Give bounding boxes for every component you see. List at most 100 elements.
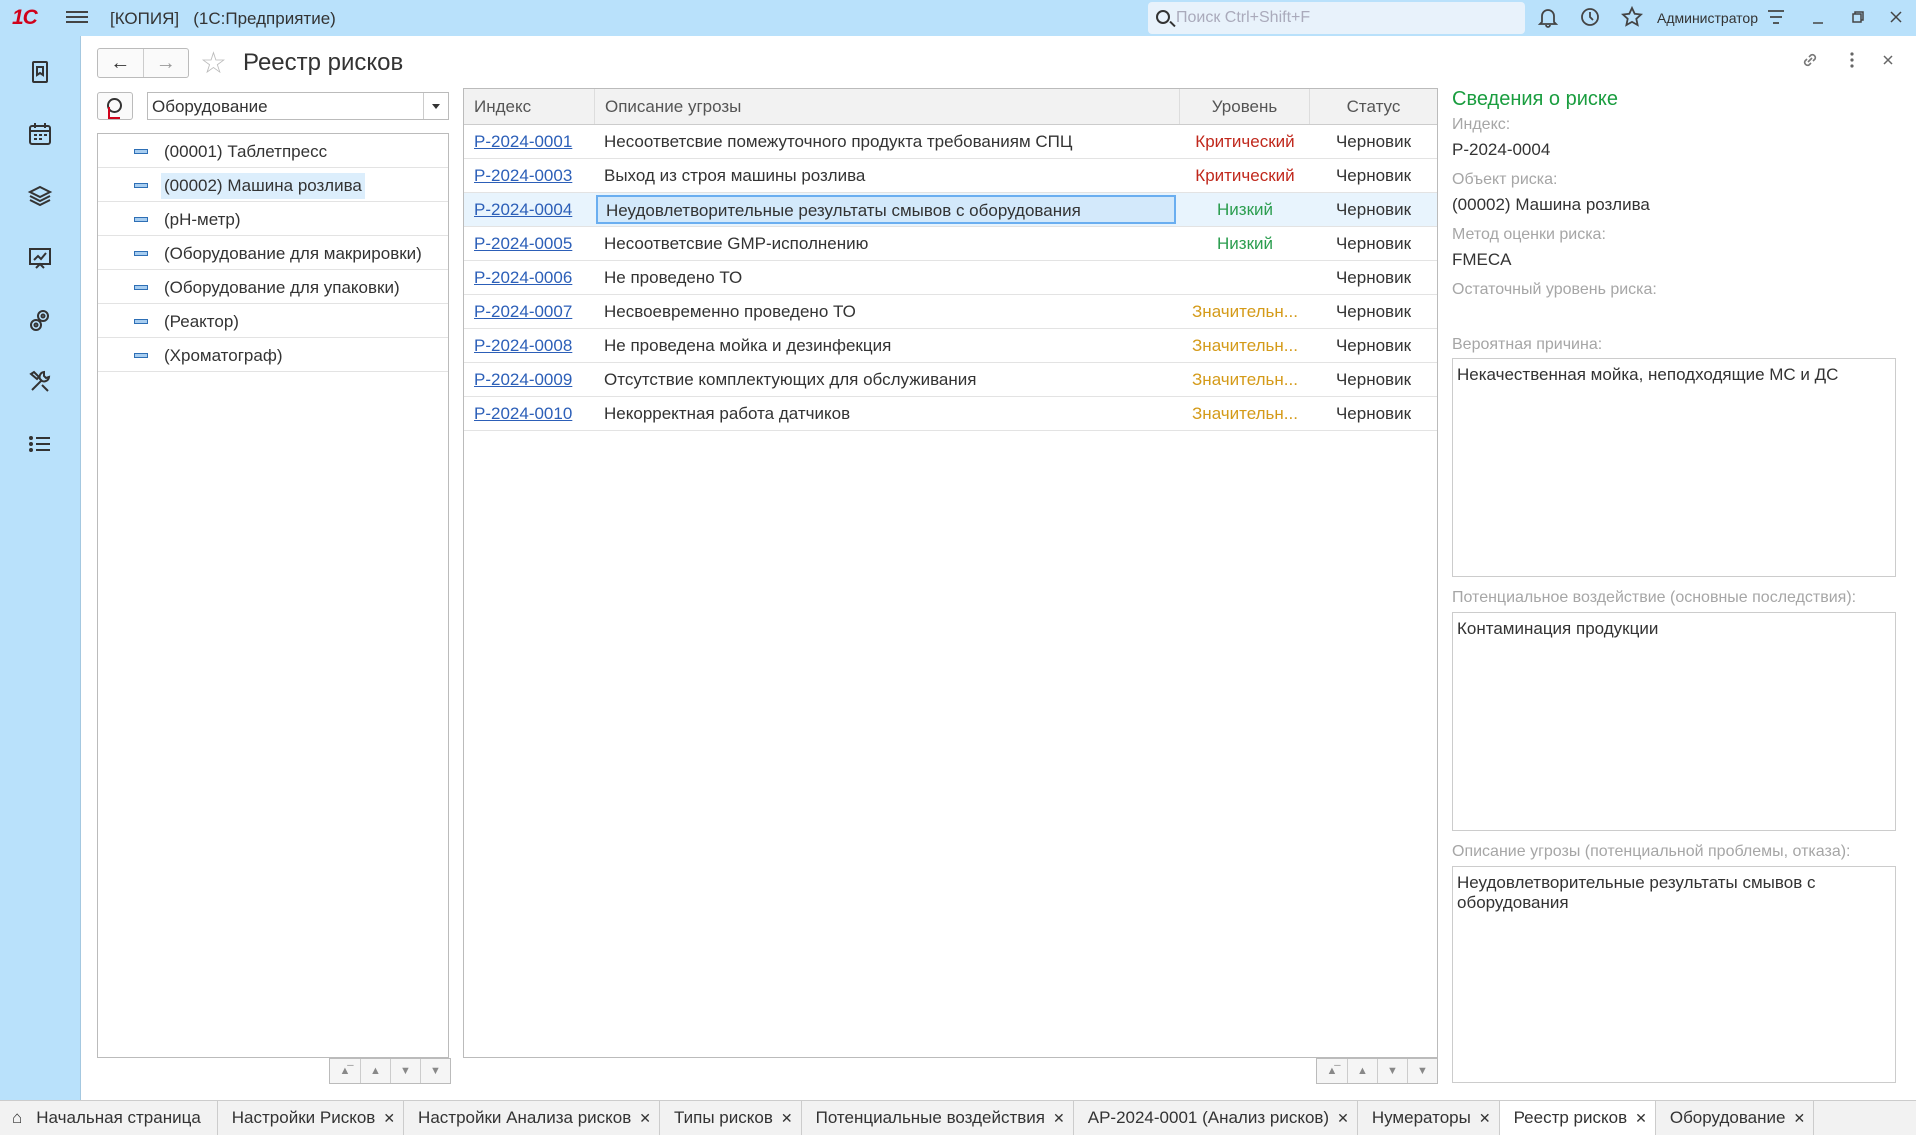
risk-index-link[interactable]: Р-2024-0001 xyxy=(474,125,589,158)
tab-close-icon[interactable]: ✕ xyxy=(639,1101,651,1135)
minimize-icon[interactable] xyxy=(1806,6,1830,30)
threat-label: Описание угрозы (потенциальной проблемы,… xyxy=(1452,843,1851,860)
chevron-down-icon[interactable] xyxy=(423,93,448,119)
scroll-bottom-icon[interactable]: ▼ xyxy=(420,1059,450,1083)
equipment-tree: (00001) Таблетпресс (00002) Машина розли… xyxy=(97,133,449,1058)
column-header-level[interactable]: Уровень xyxy=(1180,89,1310,124)
window-tab[interactable]: Типы рисков ✕ xyxy=(660,1101,802,1135)
main-menu-icon[interactable] xyxy=(66,8,88,28)
title-bar: 1С [КОПИЯ] (1С:Предприятие) Поиск Ctrl+S… xyxy=(0,0,1916,36)
risk-index-link[interactable]: Р-2024-0006 xyxy=(474,261,589,294)
table-row[interactable]: Р-2024-0006 Не проведено ТО Черновик xyxy=(464,261,1437,295)
bell-icon[interactable] xyxy=(1536,6,1560,30)
window-tab[interactable]: ⌂ Начальная страница xyxy=(0,1101,218,1135)
risk-index-link[interactable]: Р-2024-0007 xyxy=(474,295,589,328)
table-row[interactable]: Р-2024-0007 Несвоевременно проведено ТО Зн… xyxy=(464,295,1437,329)
star-icon[interactable] xyxy=(1620,5,1644,30)
window-tab[interactable]: Настройки Рисков ✕ xyxy=(218,1101,405,1135)
table-row[interactable]: Р-2024-0004 Неудовлетворительные результа… xyxy=(464,193,1437,227)
tree-item[interactable]: (00002) Машина розлива xyxy=(98,168,448,202)
scroll-down-icon[interactable]: ▼ xyxy=(390,1059,420,1083)
tree-item[interactable]: (Реактор) xyxy=(98,304,448,338)
window-tab-label: Типы рисков xyxy=(674,1108,773,1127)
settings-icon[interactable] xyxy=(1764,6,1788,30)
window-tab[interactable]: Оборудование ✕ xyxy=(1656,1101,1815,1135)
table-row[interactable]: Р-2024-0009 Отсутствие комплектующих для … xyxy=(464,363,1437,397)
tree-item[interactable]: (Хроматограф) xyxy=(98,338,448,372)
cause-field[interactable]: Некачественная мойка, неподходящие МС и … xyxy=(1452,358,1896,577)
tab-close-icon[interactable]: ✕ xyxy=(1479,1101,1491,1135)
risk-level-cell: Значительн... xyxy=(1192,302,1298,321)
tab-close-icon[interactable]: ✕ xyxy=(781,1101,793,1135)
column-header-status[interactable]: Статус xyxy=(1310,89,1437,124)
list-icon[interactable] xyxy=(26,430,54,458)
window-tab[interactable]: АР-2024-0001 (Анализ рисков) ✕ xyxy=(1074,1101,1358,1135)
risk-index-link[interactable]: Р-2024-0005 xyxy=(474,227,589,260)
tree-item[interactable]: (00001) Таблетпресс xyxy=(98,134,448,168)
status-cell: Черновик xyxy=(1335,404,1412,423)
column-header-description[interactable]: Описание угрозы xyxy=(595,89,1180,124)
impact-field[interactable]: Контаминация продукции xyxy=(1452,612,1896,831)
risk-index-link[interactable]: Р-2024-0008 xyxy=(474,329,589,362)
tools-icon[interactable] xyxy=(26,368,54,396)
more-icon[interactable] xyxy=(1842,50,1862,75)
scroll-top-icon[interactable]: ▲̅ xyxy=(330,1059,360,1083)
tree-item[interactable]: (pH-метр) xyxy=(98,202,448,236)
scroll-up-icon[interactable]: ▲ xyxy=(1347,1059,1377,1083)
tab-close-icon[interactable]: ✕ xyxy=(1793,1101,1805,1135)
window-tab[interactable]: Нумераторы ✕ xyxy=(1358,1101,1500,1135)
tab-close-icon[interactable]: ✕ xyxy=(383,1101,395,1135)
tree-item-label: (Оборудование для упаковки) xyxy=(164,278,400,297)
table-row[interactable]: Р-2024-0001 Несоответсвие помежуточного п… xyxy=(464,125,1437,159)
scroll-down-icon[interactable]: ▼ xyxy=(1377,1059,1407,1083)
chart-icon[interactable] xyxy=(26,244,54,272)
threat-field[interactable]: Неудовлетворительные результаты смывов с… xyxy=(1452,866,1896,1083)
tab-close-icon[interactable]: ✕ xyxy=(1635,1101,1647,1135)
column-header-index[interactable]: Индекс xyxy=(464,89,595,124)
close-icon[interactable] xyxy=(1884,6,1908,30)
tree-item[interactable]: (Оборудование для упаковки) xyxy=(98,270,448,304)
form-close-icon[interactable] xyxy=(1878,50,1898,75)
tab-close-icon[interactable]: ✕ xyxy=(1337,1101,1349,1135)
calendar-icon[interactable] xyxy=(26,120,54,148)
restore-icon[interactable] xyxy=(1846,6,1870,30)
back-arrow-icon[interactable]: ← xyxy=(98,49,143,77)
table-row[interactable]: Р-2024-0010 Некорректная работа датчиков З… xyxy=(464,397,1437,431)
search-icon xyxy=(1156,10,1170,24)
gears-icon[interactable] xyxy=(26,306,54,334)
scroll-top-icon[interactable]: ▲̅ xyxy=(1317,1059,1347,1083)
window-tab[interactable]: Настройки Анализа рисков ✕ xyxy=(404,1101,660,1135)
favorite-star-icon[interactable]: ☆ xyxy=(200,46,227,81)
window-tab-label: Нумераторы xyxy=(1371,1108,1471,1127)
open-windows-bar: ⌂ Начальная страница Настройки Рисков ✕ Наст… xyxy=(0,1100,1916,1135)
scroll-up-icon[interactable]: ▲ xyxy=(360,1059,390,1083)
threat-description-cell: Неудовлетворительные результаты смывов с… xyxy=(596,195,1176,224)
table-row[interactable]: Р-2024-0003 Выход из строя машины розлива… xyxy=(464,159,1437,193)
bookmark-icon[interactable] xyxy=(26,58,54,86)
history-icon[interactable] xyxy=(1578,6,1602,30)
search-input[interactable]: Поиск Ctrl+Shift+F xyxy=(1148,2,1525,34)
tree-scroll-buttons: ▲̅ ▲ ▼ ▼ xyxy=(329,1058,451,1084)
risk-index-link[interactable]: Р-2024-0004 xyxy=(474,193,589,226)
risk-index-link[interactable]: Р-2024-0009 xyxy=(474,363,589,396)
group-by-select[interactable]: Оборудование xyxy=(147,92,449,120)
layers-icon[interactable] xyxy=(26,182,54,210)
sections-panel xyxy=(0,36,81,1100)
home-icon: ⌂ xyxy=(12,1108,23,1127)
scroll-bottom-icon[interactable]: ▼ xyxy=(1407,1059,1437,1083)
filter-search-button[interactable] xyxy=(97,92,133,120)
table-row[interactable]: Р-2024-0008 Не проведена мойка и дезинфек… xyxy=(464,329,1437,363)
tab-close-icon[interactable]: ✕ xyxy=(1053,1101,1065,1135)
user-name[interactable]: Администратор xyxy=(1657,10,1758,26)
risk-index-link[interactable]: Р-2024-0003 xyxy=(474,159,589,192)
tree-item[interactable]: (Оборудование для макрировки) xyxy=(98,236,448,270)
search-placeholder: Поиск Ctrl+Shift+F xyxy=(1176,9,1311,26)
table-row[interactable]: Р-2024-0005 Несоответсвие GMP-исполнению Н… xyxy=(464,227,1437,261)
risk-index-link[interactable]: Р-2024-0010 xyxy=(474,397,589,430)
forward-arrow-icon[interactable]: → xyxy=(142,49,189,77)
impact-label: Потенциальное воздействие (основные посл… xyxy=(1452,589,1857,606)
residual-level-label: Остаточный уровень риска: xyxy=(1452,281,1657,298)
link-icon[interactable] xyxy=(1800,50,1820,75)
window-tab[interactable]: Потенциальные воздействия ✕ xyxy=(802,1101,1074,1135)
window-tab[interactable]: Реестр рисков ✕ xyxy=(1499,1101,1656,1135)
